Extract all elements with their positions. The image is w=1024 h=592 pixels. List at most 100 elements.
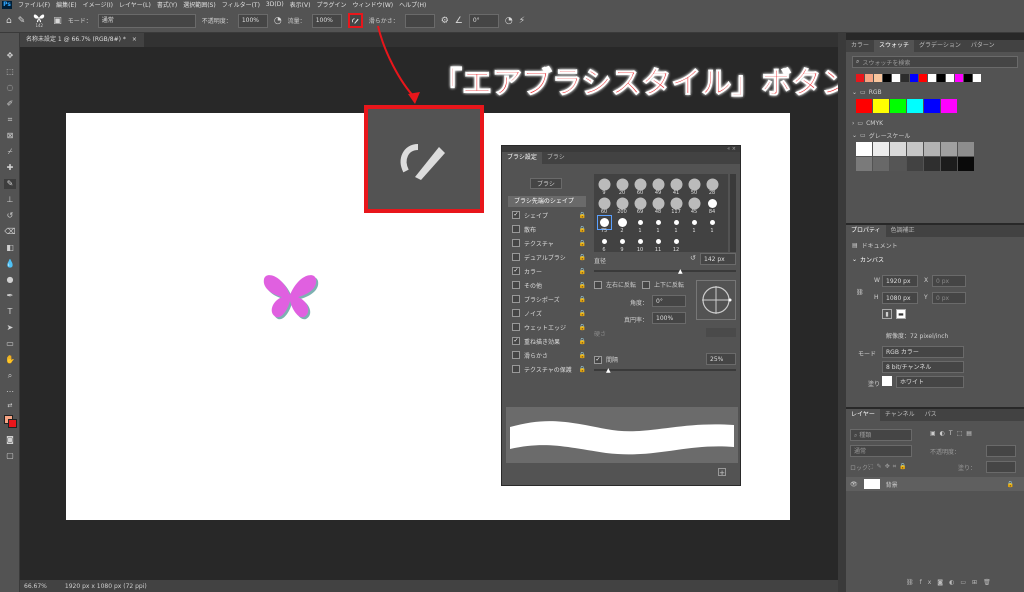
recent-swatch[interactable] bbox=[964, 74, 972, 82]
brush-option-item[interactable]: ブラシポーズ 🔒 bbox=[502, 292, 590, 306]
move-tool-icon[interactable]: ✥ bbox=[4, 51, 16, 61]
angle-input[interactable]: 0° bbox=[468, 13, 499, 28]
rgb-swatch[interactable] bbox=[924, 99, 940, 113]
menu-view[interactable]: 表示(V) bbox=[287, 0, 314, 9]
tab-color[interactable]: カラー bbox=[846, 40, 874, 52]
background-color-swatch[interactable] bbox=[8, 419, 17, 428]
eyedropper-tool-icon[interactable]: ⌿ bbox=[4, 147, 16, 157]
brush-option-checkbox[interactable] bbox=[512, 309, 520, 317]
swatch-group-rgb[interactable]: ⌄ ▭ RGB bbox=[846, 86, 1024, 98]
recent-swatch[interactable] bbox=[937, 74, 945, 82]
lock-icon[interactable]: 🔒 bbox=[579, 254, 586, 261]
marquee-tool-icon[interactable]: ⬚ bbox=[4, 67, 16, 77]
new-brush-preset-icon[interactable]: + bbox=[718, 468, 726, 477]
add-mask-icon[interactable]: ◙ bbox=[937, 579, 949, 586]
gradient-tool-icon[interactable]: ◧ bbox=[4, 243, 16, 253]
gray-swatch[interactable] bbox=[907, 142, 923, 156]
history-brush-tool-icon[interactable]: ↺ bbox=[4, 211, 16, 221]
brush-option-item[interactable]: ✓ 重ね描き効果 🔒 bbox=[502, 334, 590, 348]
recent-swatch[interactable] bbox=[955, 74, 963, 82]
brush-option-checkbox[interactable] bbox=[512, 225, 520, 233]
brush-option-checkbox[interactable] bbox=[512, 281, 520, 289]
recent-swatch[interactable] bbox=[856, 74, 864, 82]
spacing-slider-handle[interactable]: ▲ bbox=[606, 367, 611, 374]
lock-icon[interactable]: 🔒 bbox=[579, 226, 586, 233]
gray-swatch[interactable] bbox=[924, 142, 940, 156]
home-icon[interactable]: ⌂ bbox=[6, 16, 12, 26]
brush-option-checkbox[interactable] bbox=[512, 323, 520, 331]
hardness-input[interactable] bbox=[706, 328, 736, 337]
menu-3d[interactable]: 3D(D) bbox=[263, 1, 287, 8]
fill-color-swatch[interactable] bbox=[882, 376, 892, 386]
angle-input[interactable]: 0° bbox=[652, 295, 686, 307]
lasso-tool-icon[interactable]: ◌ bbox=[4, 83, 16, 93]
airbrush-button[interactable] bbox=[347, 13, 363, 28]
tip-grid-scrollbar[interactable] bbox=[730, 174, 736, 252]
brush-option-item[interactable]: ✓ シェイプ 🔒 bbox=[502, 208, 590, 222]
swatch-search-field[interactable]: ⌕ スウォッチを検索 bbox=[852, 56, 1018, 68]
size-input[interactable]: 142 px bbox=[700, 253, 736, 265]
lock-icon[interactable]: 🔒 bbox=[579, 240, 586, 247]
lock-icon[interactable]: 🔒 bbox=[579, 324, 586, 331]
brush-option-checkbox[interactable]: ✓ bbox=[512, 211, 520, 219]
brush-option-checkbox[interactable]: ✓ bbox=[512, 337, 520, 345]
size-slider-handle[interactable]: ▲ bbox=[678, 268, 683, 275]
tab-brush-settings[interactable]: ブラシ設定 bbox=[502, 152, 542, 164]
layer-opacity-input[interactable] bbox=[986, 445, 1016, 457]
lock-icon[interactable]: 🔒 bbox=[579, 268, 586, 275]
lock-icon[interactable]: 🔒 bbox=[579, 352, 586, 359]
recent-swatch[interactable] bbox=[946, 74, 954, 82]
mode-select[interactable]: 通常 bbox=[97, 13, 196, 28]
group-icon[interactable]: ▭ bbox=[960, 579, 972, 586]
link-icon[interactable]: ⛓ bbox=[856, 289, 864, 296]
recent-swatch[interactable] bbox=[865, 74, 873, 82]
document-info[interactable]: 1920 px x 1080 px (72 ppi) bbox=[65, 583, 147, 590]
quick-select-tool-icon[interactable]: ✐ bbox=[4, 99, 16, 109]
adjustment-layer-icon[interactable]: ◐ bbox=[949, 579, 960, 586]
brush-option-item[interactable]: その他 🔒 bbox=[502, 278, 590, 292]
recent-swatch[interactable] bbox=[901, 74, 909, 82]
pressure-opacity-icon[interactable]: ◔ bbox=[274, 16, 282, 26]
pressure-size-icon[interactable]: ◔ bbox=[505, 16, 513, 26]
document-tab[interactable]: 名称未設定 1 @ 66.7% (RGB/8#) * × bbox=[20, 33, 144, 47]
gray-swatch[interactable] bbox=[856, 157, 872, 171]
stamp-tool-icon[interactable]: ⊥ bbox=[4, 195, 16, 205]
menu-edit[interactable]: 編集(E) bbox=[53, 0, 79, 9]
rgb-swatch[interactable] bbox=[856, 99, 872, 113]
portrait-orientation-icon[interactable]: ▮ bbox=[882, 309, 892, 319]
crop-tool-icon[interactable]: ⌗ bbox=[4, 115, 16, 125]
angle-roundness-preview[interactable] bbox=[696, 280, 736, 320]
tab-patterns[interactable]: パターン bbox=[966, 40, 1000, 52]
gray-swatch[interactable] bbox=[941, 142, 957, 156]
menu-window[interactable]: ウィンドウ(W) bbox=[349, 0, 396, 9]
symmetry-icon[interactable]: ⚡ bbox=[519, 16, 525, 26]
eye-icon[interactable]: 👁 bbox=[850, 481, 858, 488]
brush-tool-icon-active[interactable]: ✎ bbox=[4, 179, 16, 189]
pen-tool-icon[interactable]: ✒ bbox=[4, 291, 16, 301]
recent-swatch[interactable] bbox=[973, 74, 981, 82]
layer-filter-kind[interactable]: ⌕ 種類 bbox=[850, 429, 912, 441]
flip-y-checkbox[interactable]: 上下に反転 bbox=[642, 280, 684, 289]
brush-option-item[interactable]: ✓ カラー 🔒 bbox=[502, 264, 590, 278]
brush-option-item[interactable]: 滑らかさ 🔒 bbox=[502, 348, 590, 362]
tab-paths[interactable]: パス bbox=[920, 409, 942, 421]
new-layer-icon[interactable]: ⊞ bbox=[972, 579, 983, 586]
gray-swatch[interactable] bbox=[958, 157, 974, 171]
spacing-slider[interactable] bbox=[594, 369, 736, 371]
layer-row-background[interactable]: 👁 背景 🔒 bbox=[846, 477, 1024, 491]
color-mode-select[interactable]: RGB カラー bbox=[882, 346, 964, 358]
gray-swatch[interactable] bbox=[856, 142, 872, 156]
size-slider[interactable] bbox=[594, 270, 736, 272]
reset-size-icon[interactable]: ↺ bbox=[690, 254, 696, 262]
more-tools-icon[interactable]: ⋯ bbox=[4, 387, 16, 397]
gray-swatch[interactable] bbox=[890, 142, 906, 156]
brush-tip-grid[interactable]: 9 20 60 49 41 50 28 60 200 69 48 117 45 84 75 2 1 1 1 1 1 6 9 1… bbox=[594, 174, 728, 253]
menu-layer[interactable]: レイヤー(L) bbox=[116, 0, 154, 9]
brush-tool-icon[interactable]: ✎ bbox=[18, 16, 26, 26]
lock-icon[interactable]: 🔒 bbox=[579, 338, 586, 345]
lock-icons[interactable]: ⬚✎✥⌗🔒 bbox=[868, 463, 910, 471]
fx-icon[interactable]: fx bbox=[920, 579, 938, 586]
gray-swatch[interactable] bbox=[941, 157, 957, 171]
canvas-section-header[interactable]: ⌄ カンバス bbox=[846, 253, 1024, 265]
spacing-input[interactable]: 25% bbox=[706, 353, 736, 365]
